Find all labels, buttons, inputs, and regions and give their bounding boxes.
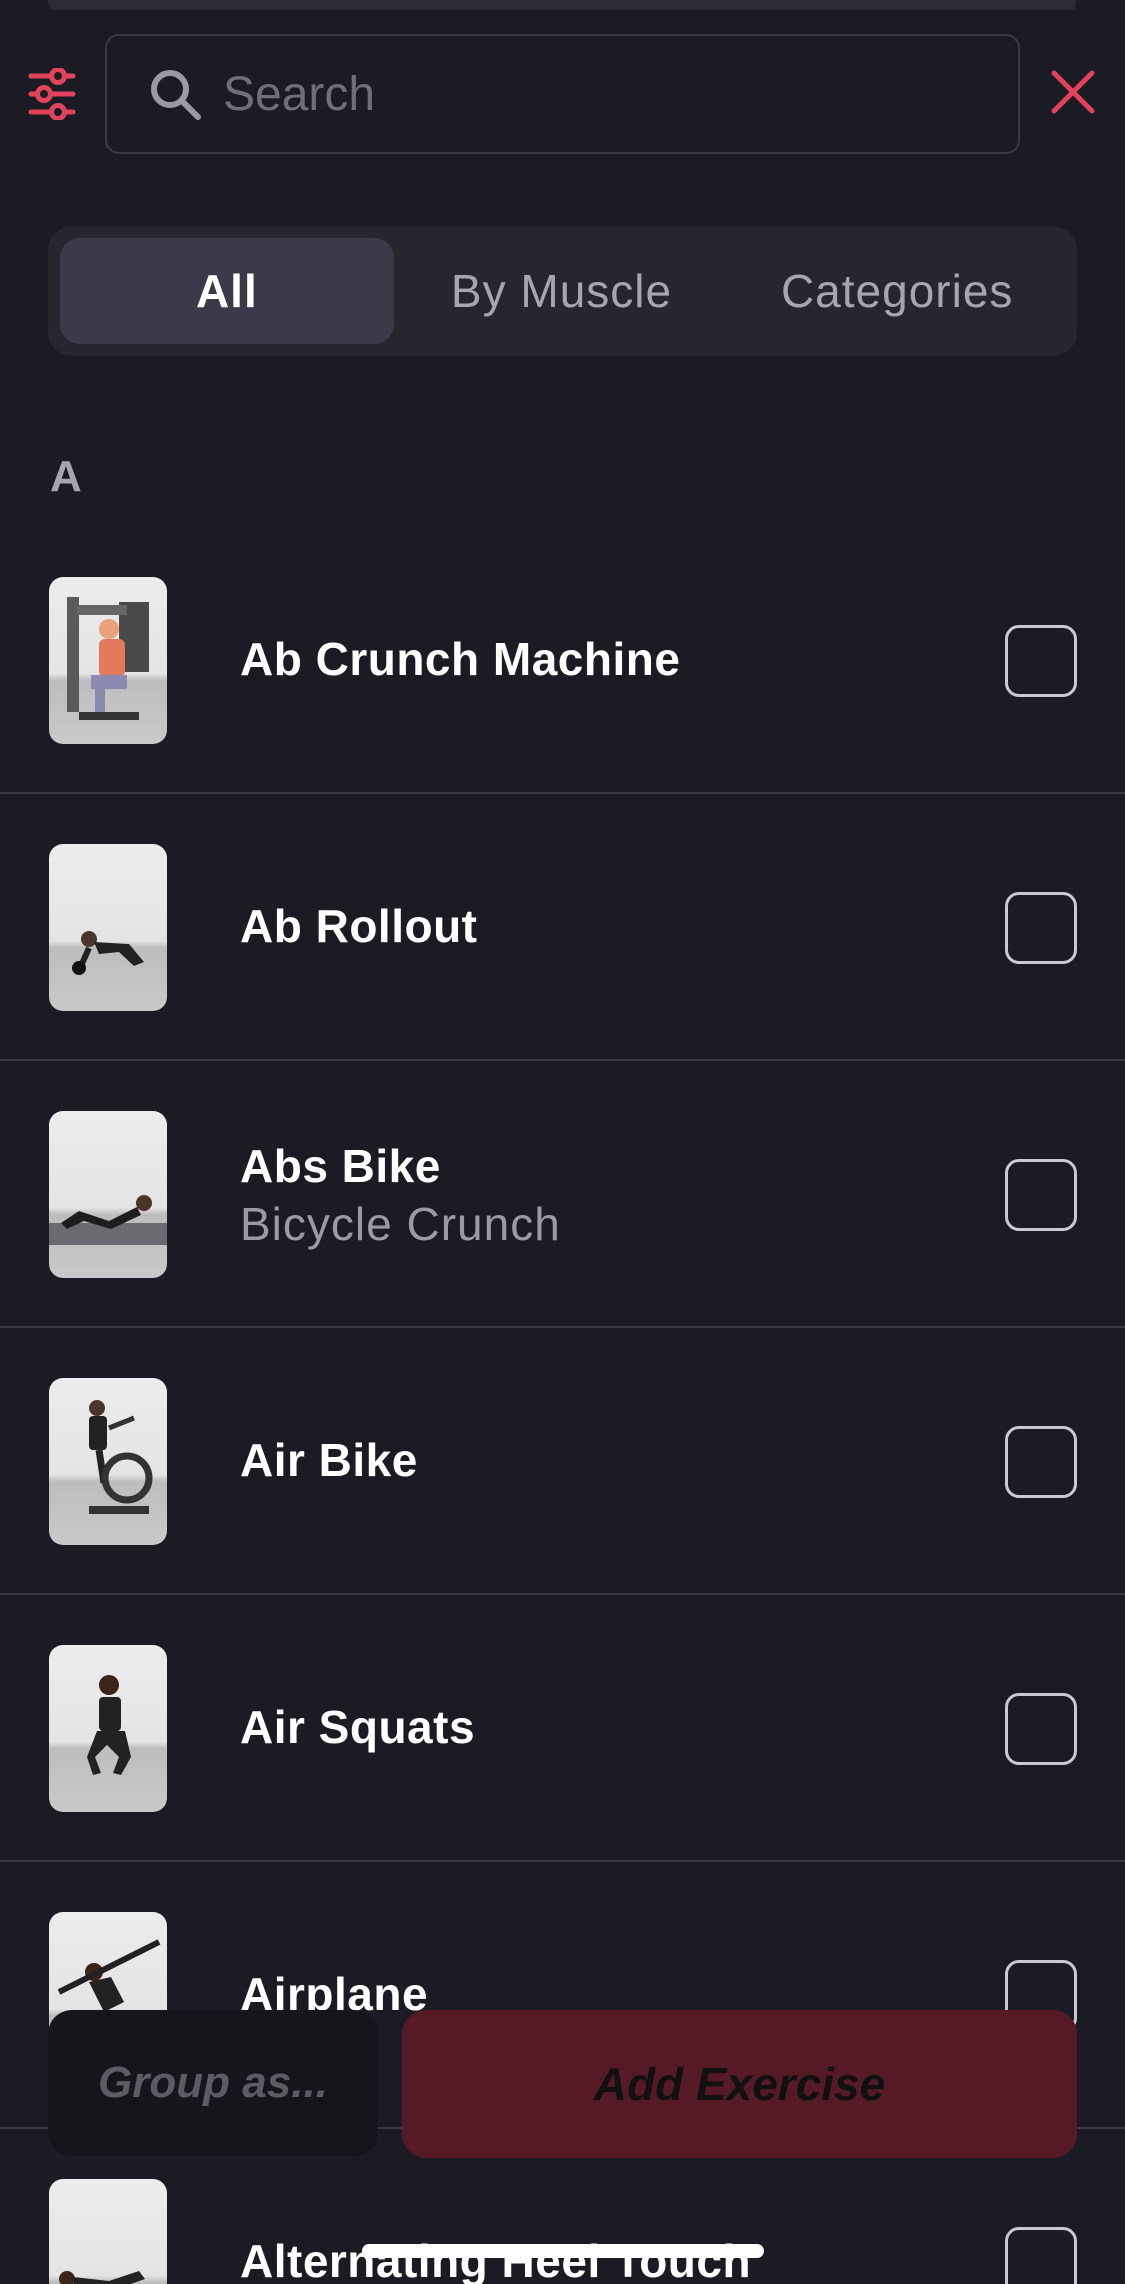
search-input[interactable] <box>223 66 1003 122</box>
home-indicator <box>362 2244 764 2258</box>
exercise-title: Alternating Heel Touch <box>240 2235 752 2284</box>
search-field[interactable] <box>105 34 1020 154</box>
exercise-title: Air Bike <box>240 1434 418 1486</box>
exercise-title: Abs Bike <box>240 1140 441 1192</box>
exercise-thumbnail <box>49 1645 167 1812</box>
select-checkbox[interactable] <box>1005 2227 1077 2284</box>
view-mode-tabs: All By Muscle Categories <box>48 226 1077 356</box>
exercise-alias: Bicycle Crunch <box>240 1198 561 1250</box>
exercise-thumbnail <box>49 577 167 744</box>
exercise-thumbnail <box>49 2179 167 2284</box>
exercise-row-air-squats[interactable]: Air Squats <box>0 1595 1125 1862</box>
exercise-title: Ab Crunch Machine <box>240 633 681 685</box>
exercise-row-air-bike[interactable]: Air Bike <box>0 1328 1125 1595</box>
tab-categories[interactable]: Categories <box>729 238 1065 344</box>
select-checkbox[interactable] <box>1005 625 1077 697</box>
add-exercise-button[interactable]: Add Exercise <box>402 2010 1077 2158</box>
tab-all[interactable]: All <box>60 238 394 344</box>
close-icon <box>1051 70 1095 114</box>
close-button[interactable] <box>1045 64 1101 120</box>
section-header: A <box>50 452 82 501</box>
exercise-title: Ab Rollout <box>240 900 478 952</box>
select-checkbox[interactable] <box>1005 1159 1077 1231</box>
exercise-thumbnail <box>49 1111 167 1278</box>
select-checkbox[interactable] <box>1005 892 1077 964</box>
exercise-title: Air Squats <box>240 1701 476 1753</box>
select-checkbox[interactable] <box>1005 1693 1077 1765</box>
exercise-picker-screen: All By Muscle Categories A Ab Crunch Mac… <box>0 0 1125 2284</box>
exercise-row-abs-bike[interactable]: Abs Bike Bicycle Crunch <box>0 1061 1125 1328</box>
tab-by-muscle[interactable]: By Muscle <box>394 238 730 344</box>
sliders-icon <box>28 68 76 120</box>
filter-button[interactable] <box>22 64 82 124</box>
magnifier-icon <box>147 66 203 122</box>
sheet-top-edge <box>48 0 1076 10</box>
exercise-thumbnail <box>49 1378 167 1545</box>
exercise-thumbnail <box>49 844 167 1011</box>
select-checkbox[interactable] <box>1005 1426 1077 1498</box>
exercise-row-ab-rollout[interactable]: Ab Rollout <box>0 794 1125 1061</box>
exercise-row-ab-crunch-machine[interactable]: Ab Crunch Machine <box>0 527 1125 794</box>
group-as-button[interactable]: Group as... <box>48 2010 378 2156</box>
